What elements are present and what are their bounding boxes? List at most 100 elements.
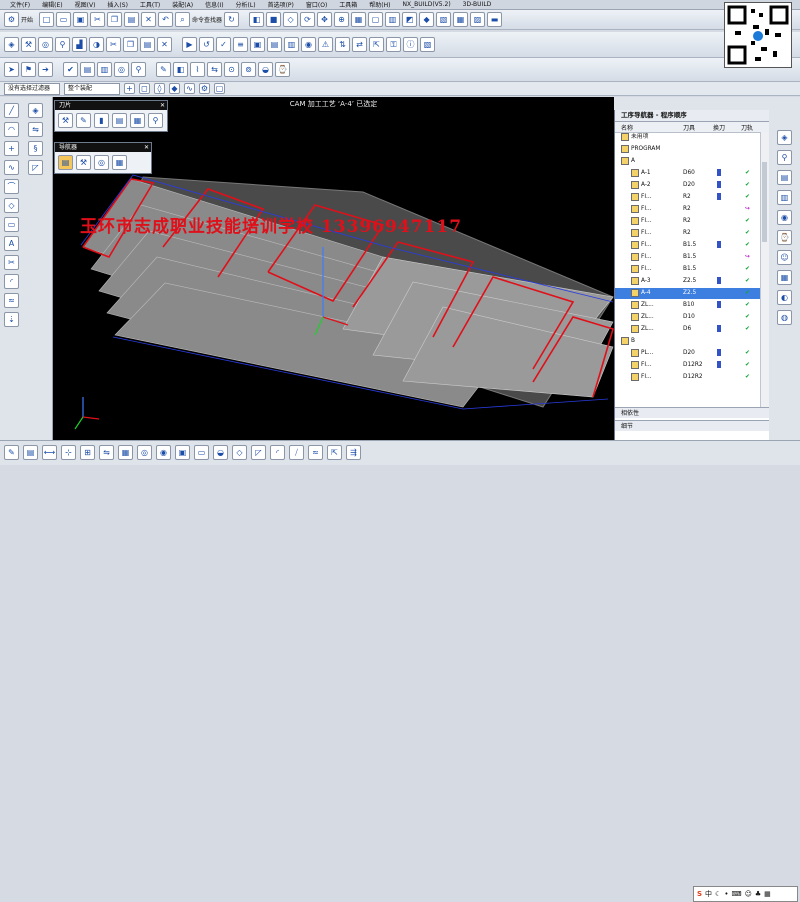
- property-icon[interactable]: ▧: [420, 37, 435, 52]
- col-name[interactable]: 名称: [621, 123, 633, 132]
- menu-analysis[interactable]: 分析(L): [236, 0, 256, 9]
- create-method-icon[interactable]: ⚲: [55, 37, 70, 52]
- select-body-icon[interactable]: ◆: [169, 83, 180, 94]
- ime-moon-icon[interactable]: ☾: [715, 890, 721, 898]
- grid-icon[interactable]: ▦: [453, 12, 469, 27]
- operation-row[interactable]: ZL... B10 ✔: [615, 300, 761, 311]
- select-edge-icon[interactable]: ◊: [154, 83, 165, 94]
- zoom-icon[interactable]: ⊕: [334, 12, 350, 27]
- operation-row[interactable]: ZL... D10 ✔: [615, 312, 761, 323]
- ime-dot-icon[interactable]: •: [724, 890, 728, 898]
- operation-row[interactable]: B: [615, 336, 761, 347]
- object-info-icon[interactable]: ⓘ: [403, 37, 418, 52]
- menu-3dbuild[interactable]: 3D-BUILD: [463, 1, 492, 8]
- tool-probe-icon[interactable]: ⚲: [148, 113, 163, 128]
- verify-toolpath-icon[interactable]: ✓: [216, 37, 231, 52]
- details-pane[interactable]: 细节: [615, 420, 769, 431]
- replay-toolpath-icon[interactable]: ↺: [199, 37, 214, 52]
- tool-create-icon[interactable]: ⚒: [58, 113, 73, 128]
- ime-toolbar[interactable]: S 中 ☾ • ⌨ ☺ ♣ ▦: [693, 886, 798, 902]
- clock-icon[interactable]: ⌚: [275, 62, 290, 77]
- project-icon[interactable]: ⇣: [4, 312, 19, 327]
- ime-shirt-icon[interactable]: ♣: [755, 890, 761, 898]
- snap-point-icon[interactable]: +: [124, 83, 135, 94]
- trim-icon[interactable]: ✂: [4, 255, 19, 270]
- assembly-scope-combo[interactable]: 整个装配: [64, 82, 120, 95]
- shop-doc-icon[interactable]: ▤: [267, 37, 282, 52]
- edge-icon[interactable]: ▧: [436, 12, 452, 27]
- window-icon[interactable]: ▬: [487, 12, 503, 27]
- layout-icon[interactable]: ▤: [23, 445, 38, 460]
- operation-row[interactable]: 未用项: [615, 132, 761, 143]
- menu-edit[interactable]: 编辑(E): [42, 0, 62, 9]
- layer-settings-icon[interactable]: ◧: [173, 62, 188, 77]
- create-tool-icon[interactable]: ⚒: [21, 37, 36, 52]
- selection-filter-combo[interactable]: 没有选择过滤器: [4, 82, 60, 95]
- wireframe-icon[interactable]: ◇: [283, 12, 299, 27]
- menu-file[interactable]: 文件(F): [10, 0, 30, 9]
- open-folder-icon[interactable]: ▭: [56, 12, 72, 27]
- menu-assembly[interactable]: 装配(A): [172, 0, 193, 9]
- reuse-library-icon[interactable]: ▥: [777, 190, 792, 205]
- speed-icon[interactable]: ⇄: [352, 37, 367, 52]
- tool-holder-icon[interactable]: ▮: [94, 113, 109, 128]
- select-feature-icon[interactable]: ⚙: [199, 83, 210, 94]
- boss-icon[interactable]: ◉: [156, 445, 171, 460]
- scale-icon[interactable]: ▨: [470, 12, 486, 27]
- machine-view-icon[interactable]: ▥: [97, 62, 112, 77]
- slot-icon[interactable]: ▭: [194, 445, 209, 460]
- operation-row[interactable]: FI... B1.5 ✔: [615, 240, 761, 251]
- start-icon[interactable]: ⚙: [4, 12, 19, 27]
- output-cls-icon[interactable]: ▥: [284, 37, 299, 52]
- constraint-navigator-icon[interactable]: ⚲: [777, 150, 792, 165]
- tool-grid-icon[interactable]: ▦: [130, 113, 145, 128]
- extrude-icon[interactable]: ▭: [4, 217, 19, 232]
- move-face-icon[interactable]: ⇱: [327, 445, 342, 460]
- lock-icon[interactable]: ⚿: [386, 37, 401, 52]
- copy-icon[interactable]: ❐: [107, 12, 123, 27]
- datum-plane-icon[interactable]: ◇: [4, 198, 19, 213]
- nav-method-icon[interactable]: ▦: [112, 155, 127, 170]
- pan-icon[interactable]: ✥: [317, 12, 333, 27]
- text-icon[interactable]: A: [4, 236, 19, 251]
- postprocess-icon[interactable]: ▣: [250, 37, 265, 52]
- check-generate-icon[interactable]: ✔: [63, 62, 78, 77]
- hole-icon[interactable]: ◎: [137, 445, 152, 460]
- save-icon[interactable]: ▣: [73, 12, 89, 27]
- csys-icon[interactable]: ⊹: [61, 445, 76, 460]
- operation-row[interactable]: PL... D20 ✔: [615, 348, 761, 359]
- program-view-icon[interactable]: ▤: [80, 62, 95, 77]
- menu-info[interactable]: 信息(I): [205, 0, 223, 9]
- arrow-right-icon[interactable]: ➔: [38, 62, 53, 77]
- feed-icon[interactable]: ⇅: [335, 37, 350, 52]
- navigator-scrollbar[interactable]: [760, 132, 769, 407]
- line-icon[interactable]: ╱: [4, 103, 19, 118]
- cube-shaded-icon[interactable]: ■: [266, 12, 282, 27]
- edit-icon[interactable]: ✎: [156, 62, 171, 77]
- menu-view[interactable]: 视图(V): [75, 0, 96, 9]
- cut-icon[interactable]: ✂: [90, 12, 106, 27]
- menu-toolbox[interactable]: 工具箱: [339, 0, 357, 9]
- blend-icon[interactable]: ◜: [270, 445, 285, 460]
- operation-row[interactable]: A-4 Z2.5 ✔: [615, 288, 761, 299]
- pocket-icon[interactable]: ▣: [175, 445, 190, 460]
- pattern-icon[interactable]: ▦: [118, 445, 133, 460]
- section-icon[interactable]: ◩: [402, 12, 418, 27]
- layer-icon[interactable]: ◧: [249, 12, 265, 27]
- web-browser-icon[interactable]: ◉: [777, 210, 792, 225]
- surface-icon[interactable]: ◒: [258, 62, 273, 77]
- system-materials-icon[interactable]: ◐: [777, 290, 792, 305]
- point-icon[interactable]: +: [4, 141, 19, 156]
- menu-help[interactable]: 帮助(H): [369, 0, 390, 9]
- operation-row[interactable]: FI... R2 ↪: [615, 204, 761, 215]
- copy-op-icon[interactable]: ❐: [123, 37, 138, 52]
- operation-row[interactable]: A-1 D60 ✔: [615, 168, 761, 179]
- operation-row[interactable]: FI... B1.5 ✔: [615, 264, 761, 275]
- offset-face-icon[interactable]: ⇶: [346, 445, 361, 460]
- arc-icon[interactable]: ◠: [4, 122, 19, 137]
- create-geometry-icon[interactable]: ◎: [38, 37, 53, 52]
- fillet-icon[interactable]: ◜: [4, 274, 19, 289]
- select-face-icon[interactable]: ◻: [139, 83, 150, 94]
- ime-grid-icon[interactable]: ▦: [764, 890, 771, 898]
- create-operation-icon[interactable]: ▟: [72, 37, 87, 52]
